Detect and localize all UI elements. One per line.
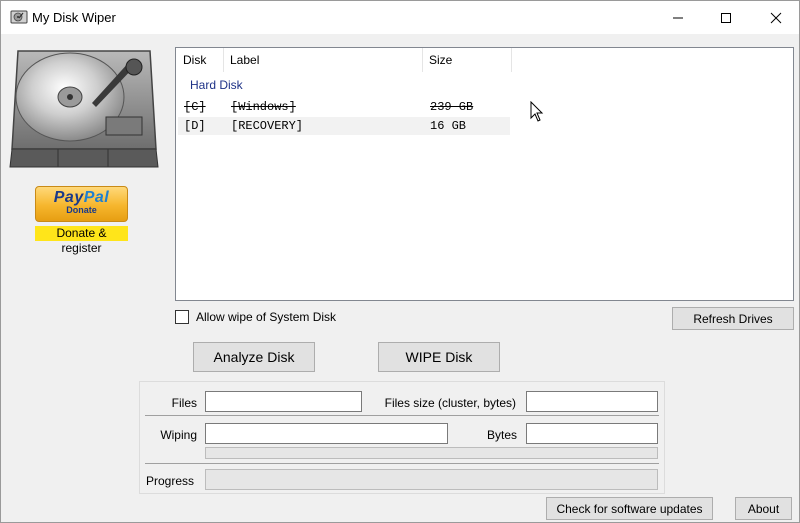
size-cell: 239 GB [430,100,474,114]
allow-wipe-system-disk-checkbox[interactable] [175,310,189,324]
refresh-drives-button[interactable]: Refresh Drives [672,307,794,330]
overall-progress-bar [205,469,658,490]
divider [145,463,659,464]
files-size-label: Files size (cluster, bytes) [384,396,516,410]
label-cell: [Windows] [231,100,296,114]
allow-wipe-system-disk-label[interactable]: Allow wipe of System Disk [196,310,336,324]
bytes-label: Bytes [486,428,517,442]
analyze-disk-button[interactable]: Analyze Disk [193,342,315,372]
column-header-disk[interactable]: Disk [177,48,223,72]
wiping-label: Wiping [160,428,197,442]
bytes-field[interactable] [526,423,658,444]
group-header-hard-disk: Hard Disk [190,78,243,92]
wiping-field[interactable] [205,423,448,444]
wipe-disk-button[interactable]: WIPE Disk [378,342,500,372]
window-title: My Disk Wiper [32,10,116,25]
maximize-button[interactable] [703,1,749,34]
close-button[interactable] [753,1,799,34]
disk-cell: [C] [184,100,206,114]
hard-disk-image [9,50,159,168]
about-button[interactable]: About [735,497,792,520]
check-updates-button[interactable]: Check for software updates [546,497,713,520]
disk-list[interactable]: Disk Label Size Hard Disk [C] [Windows] … [175,47,794,301]
label-cell: [RECOVERY] [231,119,304,133]
column-separator[interactable] [511,48,512,72]
title-bar[interactable]: My Disk Wiper [1,1,799,34]
column-header-size[interactable]: Size [423,48,511,72]
minimize-button[interactable] [655,1,701,34]
divider [145,415,659,416]
mouse-pointer-icon [530,101,544,122]
disk-row-d[interactable]: [D] [RECOVERY] 16 GB [178,117,510,135]
wiping-progress-bar [205,447,658,459]
files-size-field[interactable] [526,391,658,412]
close-icon [770,12,782,23]
files-field[interactable] [205,391,362,412]
disk-cell: [D] [184,119,206,133]
donate-register-link[interactable]: Donate & register [35,226,128,255]
size-cell: 16 GB [430,119,467,133]
disk-app-icon [10,10,28,24]
disk-row-c[interactable]: [C] [Windows] 239 GB [178,98,510,116]
paypal-donate-text: Donate [66,205,97,215]
minimize-icon [673,17,683,18]
progress-label: Progress [145,474,194,488]
maximize-icon [721,12,731,23]
column-header-label[interactable]: Label [224,48,422,72]
paypal-donate-button[interactable]: PayPal Donate [35,186,128,222]
files-label: Files [171,396,197,410]
app-window: My Disk Wiper PayPal Donate Donate & reg… [0,0,800,523]
